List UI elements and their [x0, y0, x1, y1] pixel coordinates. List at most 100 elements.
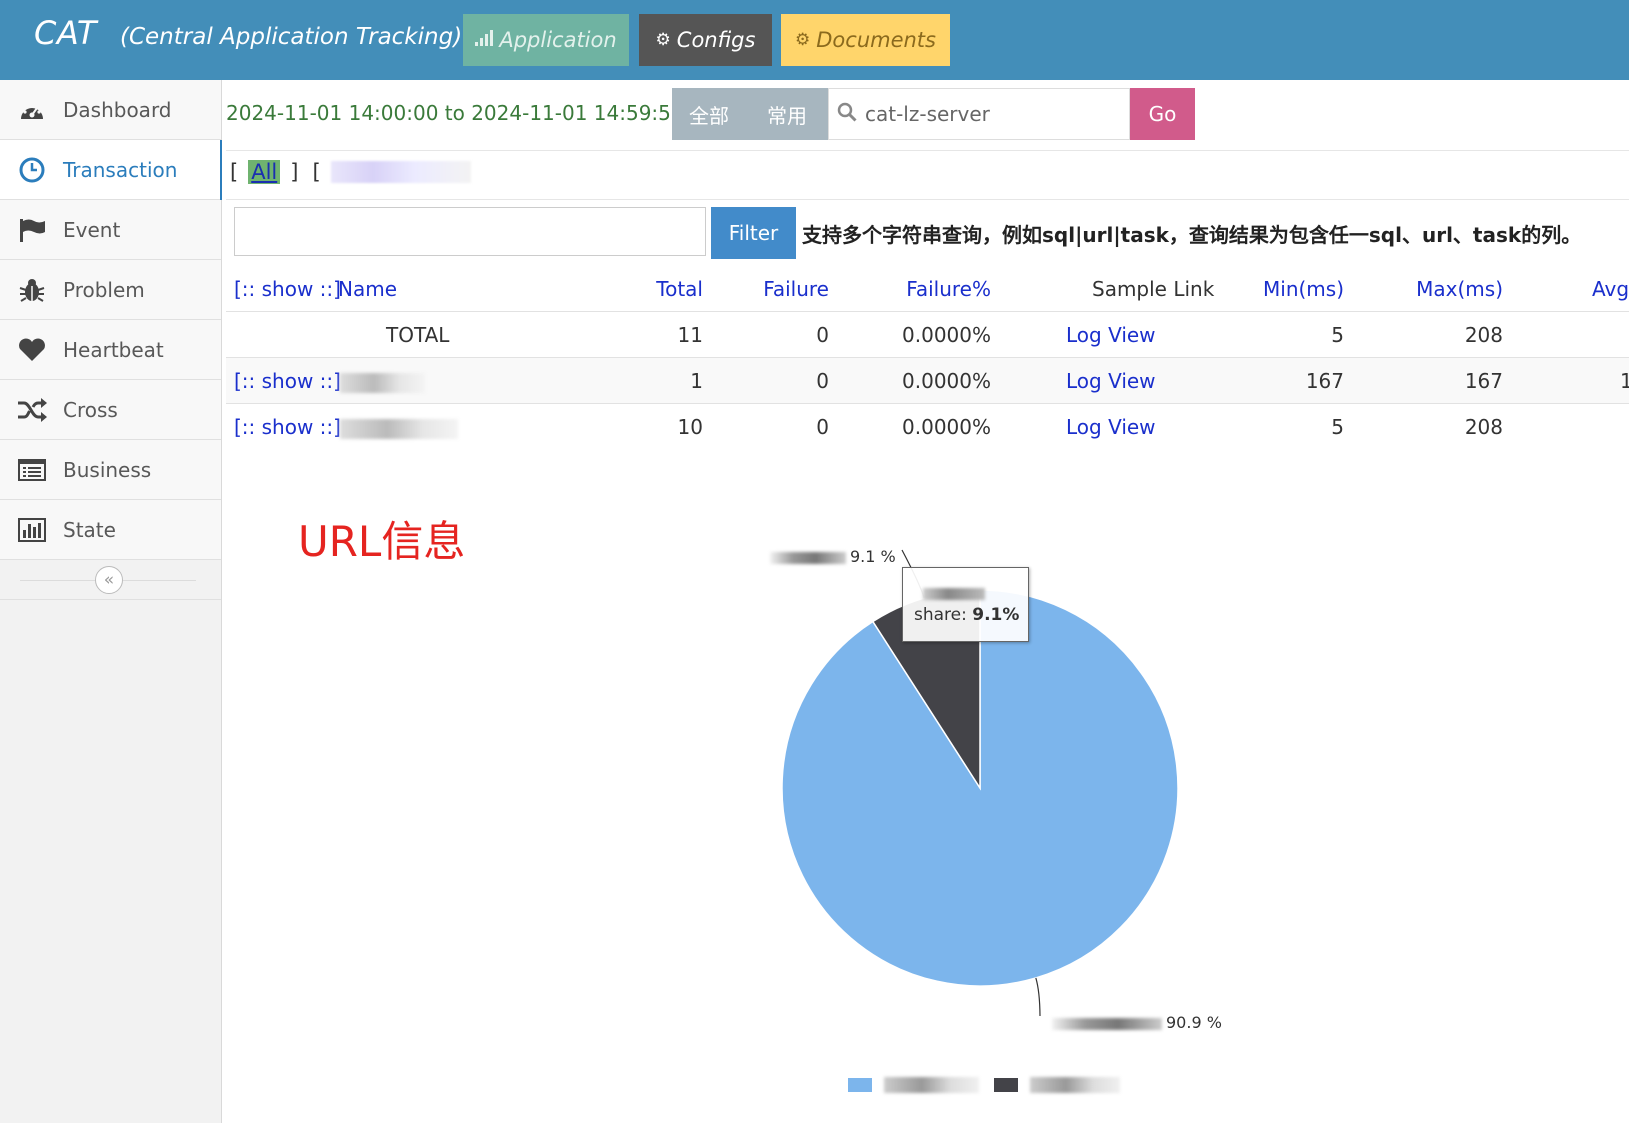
filter-all-button[interactable]: 全部 [672, 88, 746, 140]
log-view-link[interactable]: Log View [1066, 323, 1156, 347]
breadcrumb-type-link-redacted[interactable] [330, 161, 471, 183]
sidebar-item-transaction[interactable]: Transaction [0, 140, 222, 200]
sidebar-item-problem[interactable]: Problem [0, 260, 221, 320]
header-min[interactable]: Min(ms) [1263, 277, 1344, 301]
row-name-redacted[interactable] [326, 415, 458, 439]
row-min: 167 [1305, 369, 1344, 393]
row-max: 167 [1464, 369, 1503, 393]
dashboard-icon [17, 97, 47, 123]
header-failure[interactable]: Failure [763, 277, 829, 301]
header-avg[interactable]: Avg [1592, 277, 1629, 301]
redacted-text [340, 418, 458, 439]
sidebar-item-label: Transaction [63, 157, 178, 182]
filter-common-button[interactable]: 常用 [746, 88, 828, 140]
row-min: 5 [1331, 415, 1344, 439]
domain-search-input[interactable] [865, 102, 1115, 126]
header-name[interactable]: Name [338, 277, 397, 301]
sidebar-item-label: Business [63, 457, 152, 482]
slice-label-small: 9.1 % [770, 547, 896, 566]
documents-nav-label: Documents [816, 28, 936, 52]
redacted-text [770, 551, 846, 564]
row-name-redacted[interactable] [326, 369, 425, 393]
search-icon [837, 102, 857, 126]
row-total: 10 [677, 415, 703, 439]
sidebar-item-dashboard[interactable]: Dashboard [0, 80, 221, 140]
sidebar-item-heartbeat[interactable]: Heartbeat [0, 320, 221, 380]
header-sample-link: Sample Link [1092, 277, 1215, 301]
header-max[interactable]: Max(ms) [1416, 277, 1503, 301]
flag-icon [17, 217, 47, 243]
row-failure: 0 [816, 323, 829, 347]
table-header-row: [:: show ::] Name Total Failure Failure%… [226, 267, 1629, 311]
sidebar-item-label: Dashboard [63, 97, 172, 122]
slice-label-value: 9.1 % [850, 547, 896, 566]
table-row: [:: show ::] 1 0 0.0000% Log View 167 16… [226, 357, 1629, 403]
row-max: 208 [1464, 323, 1503, 347]
bracket: ] [290, 160, 299, 184]
header-total[interactable]: Total [656, 277, 703, 301]
slice-label-large: 90.9 % [1052, 1013, 1222, 1032]
divider [226, 199, 1629, 200]
application-nav-label: Application [499, 28, 617, 52]
filter-button[interactable]: Filter [711, 207, 796, 259]
double-chevron-left-icon: « [103, 570, 115, 590]
clock-icon [17, 157, 47, 183]
log-view-link[interactable]: Log View [1066, 415, 1156, 439]
log-view-link[interactable]: Log View [1066, 369, 1156, 393]
bar-chart-icon [17, 517, 47, 543]
row-total: 11 [677, 323, 703, 347]
row-show-link[interactable]: [:: show ::] [234, 415, 341, 439]
redacted-text [1030, 1077, 1120, 1093]
sidebar-item-event[interactable]: Event [0, 200, 221, 260]
sidebar-item-label: Heartbeat [63, 337, 164, 362]
row-failure-pct: 0.0000% [902, 369, 991, 393]
filter-input[interactable] [234, 207, 706, 256]
time-range-text: 2024-11-01 14:00:00 to 2024-11-01 14:59:… [226, 101, 684, 125]
row-failure: 0 [816, 369, 829, 393]
application-nav-button[interactable]: Application [463, 14, 629, 66]
table-row: TOTAL 11 0 0.0000% Log View 5 208 [226, 311, 1629, 357]
bracket: [ [312, 160, 321, 184]
sidebar-item-state[interactable]: State [0, 500, 221, 560]
shuffle-icon [17, 397, 47, 423]
top-navbar: CAT (Central Application Tracking) Appli… [0, 0, 1629, 80]
table-row: [:: show ::] 10 0 0.0000% Log View 5 208 [226, 403, 1629, 449]
sidebar-item-cross[interactable]: Cross [0, 380, 221, 440]
row-min: 5 [1331, 323, 1344, 347]
divider [226, 150, 1629, 151]
tooltip-text: share: 9.1% [914, 605, 1019, 625]
row-name: TOTAL [386, 323, 450, 347]
brand-logo[interactable]: CAT [34, 14, 97, 52]
header-failure-pct[interactable]: Failure% [906, 277, 991, 301]
configs-nav-label: Configs [676, 28, 756, 52]
slice-label-value: 90.9 % [1166, 1013, 1222, 1032]
label-connector [1035, 977, 1041, 1017]
chart-title: URL信息 [298, 517, 466, 566]
redacted-text [923, 588, 985, 600]
sidebar-collapse-row: « [0, 560, 221, 600]
documents-nav-button[interactable]: ⚙ Documents [781, 14, 950, 66]
heart-icon [17, 337, 47, 363]
legend-swatch [994, 1078, 1018, 1092]
redacted-text [340, 372, 425, 393]
header-show-link[interactable]: [:: show ::] [234, 277, 341, 301]
redacted-text [884, 1077, 979, 1093]
bug-icon [17, 277, 47, 303]
collapse-sidebar-button[interactable]: « [95, 566, 123, 594]
chart-tooltip: share: 9.1% [902, 567, 1029, 642]
filter-hint: 支持多个字符串查询，例如sql|url|task，查询结果为包含任一sql、ur… [802, 223, 1582, 247]
row-failure: 0 [816, 415, 829, 439]
sidebar-item-business[interactable]: Business [0, 440, 221, 500]
legend-item[interactable] [848, 1077, 979, 1093]
row-total: 1 [690, 369, 703, 393]
go-button[interactable]: Go [1130, 88, 1195, 140]
row-failure-pct: 0.0000% [902, 415, 991, 439]
row-show-link[interactable]: [:: show ::] [234, 369, 341, 393]
legend-item[interactable] [994, 1077, 1120, 1093]
list-icon [17, 457, 47, 483]
configs-nav-button[interactable]: ⚙ Configs [639, 14, 772, 66]
legend-swatch [848, 1078, 872, 1092]
transaction-table: [:: show ::] Name Total Failure Failure%… [226, 267, 1629, 449]
breadcrumb-all-link[interactable]: All [248, 160, 281, 184]
redacted-text [1052, 1017, 1162, 1030]
